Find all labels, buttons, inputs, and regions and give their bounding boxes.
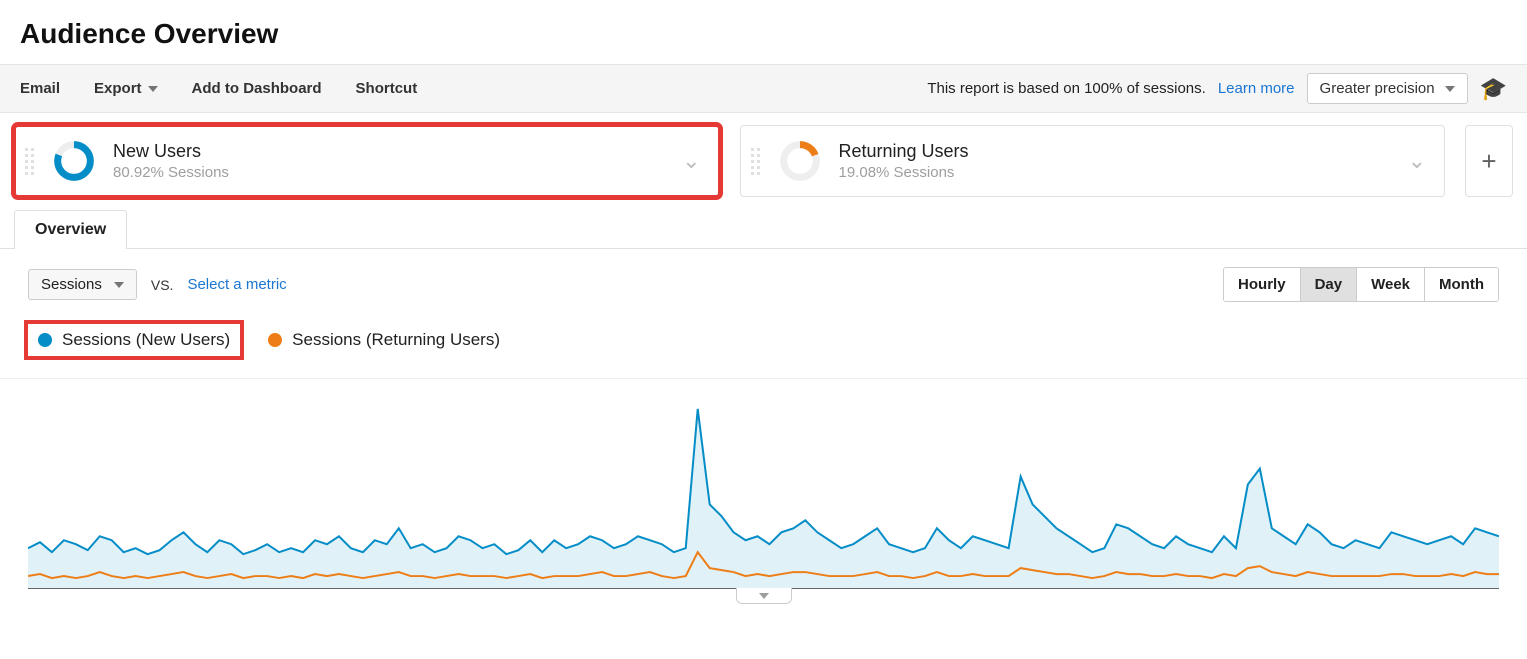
tab-overview[interactable]: Overview (14, 210, 127, 249)
precision-select[interactable]: Greater precision (1307, 73, 1468, 104)
granularity-week[interactable]: Week (1356, 268, 1424, 301)
vs-label: VS. (151, 277, 174, 293)
precision-label: Greater precision (1320, 80, 1435, 97)
primary-metric-select[interactable]: Sessions (28, 269, 137, 300)
granularity-hourly[interactable]: Hourly (1224, 268, 1300, 301)
legend-item-0[interactable]: Sessions (New Users) (28, 324, 240, 356)
granularity-day[interactable]: Day (1300, 268, 1357, 301)
add-to-dashboard-button[interactable]: Add to Dashboard (192, 80, 322, 97)
segment-card-0[interactable]: New Users 80.92% Sessions ⌄ (14, 125, 720, 197)
learn-more-link[interactable]: Learn more (1218, 80, 1295, 97)
report-toolbar: Email Export Add to Dashboard Shortcut T… (0, 64, 1527, 113)
email-button[interactable]: Email (20, 80, 60, 97)
donut-icon (779, 140, 821, 182)
chart-series-0 (28, 409, 1499, 554)
segment-subtitle: 80.92% Sessions (113, 164, 229, 181)
chevron-down-icon (1445, 86, 1455, 92)
segment-title: New Users (113, 141, 229, 162)
tabs-row: Overview (0, 209, 1527, 249)
segment-title: Returning Users (839, 141, 969, 162)
chevron-down-icon (148, 86, 158, 92)
drag-handle-icon[interactable] (25, 148, 35, 175)
legend-label: Sessions (New Users) (62, 330, 230, 350)
sample-note: This report is based on 100% of sessions… (927, 80, 1205, 97)
chevron-down-icon[interactable]: ⌄ (682, 148, 700, 174)
education-icon[interactable]: 🎓 (1480, 76, 1507, 102)
legend-swatch-icon (38, 333, 52, 347)
legend-label: Sessions (Returning Users) (292, 330, 500, 350)
granularity-switch: HourlyDayWeekMonth (1223, 267, 1499, 302)
chevron-down-icon (114, 282, 124, 288)
expand-handle[interactable] (736, 588, 792, 604)
granularity-month[interactable]: Month (1424, 268, 1498, 301)
chart-panel (0, 379, 1527, 628)
select-compare-metric-link[interactable]: Select a metric (187, 276, 286, 293)
sessions-line-chart (28, 389, 1499, 589)
export-button[interactable]: Export (94, 80, 158, 97)
chevron-down-icon[interactable]: ⌄ (1408, 148, 1426, 174)
legend-item-1[interactable]: Sessions (Returning Users) (268, 330, 500, 350)
primary-metric-label: Sessions (41, 276, 102, 293)
chart-legend: Sessions (New Users) Sessions (Returning … (0, 310, 1527, 379)
page-title: Audience Overview (20, 18, 1507, 50)
segment-cards-row: New Users80.92% Sessions⌄Returning Users… (0, 113, 1527, 209)
donut-icon (53, 140, 95, 182)
legend-swatch-icon (268, 333, 282, 347)
chevron-down-icon (759, 593, 769, 599)
add-segment-button[interactable]: + (1465, 125, 1513, 197)
segment-card-1[interactable]: Returning Users 19.08% Sessions ⌄ (740, 125, 1446, 197)
chart-controls: Sessions VS. Select a metric HourlyDayWe… (0, 249, 1527, 310)
drag-handle-icon[interactable] (751, 148, 761, 175)
panel-expander (28, 588, 1499, 604)
shortcut-button[interactable]: Shortcut (356, 80, 418, 97)
export-label: Export (94, 80, 142, 97)
segment-subtitle: 19.08% Sessions (839, 164, 969, 181)
